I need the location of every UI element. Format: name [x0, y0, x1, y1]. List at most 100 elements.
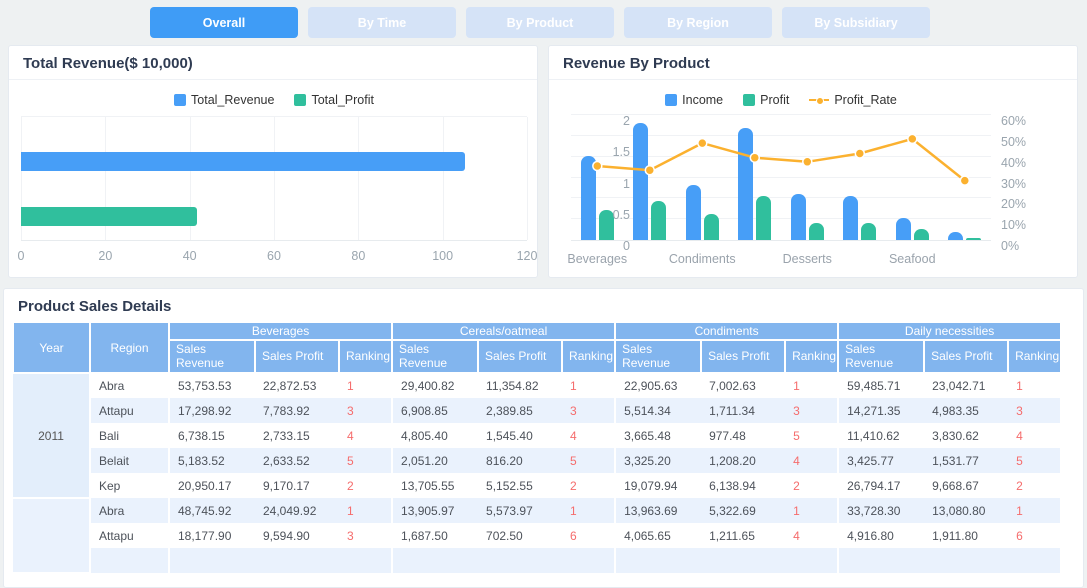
- right-axis-tick-label: 30%: [1001, 176, 1027, 191]
- sales-profit-cell: 1,531.77: [924, 448, 1009, 473]
- ranking-cell: 6: [562, 523, 617, 548]
- sales-revenue-cell: 6,908.85: [392, 398, 479, 423]
- legend-label: Profit_Rate: [834, 93, 897, 107]
- sales-revenue-cell: 48,745.92: [169, 498, 255, 523]
- sales-revenue-cell: [169, 548, 255, 573]
- region-cell: [90, 548, 170, 573]
- left-axis-tick-label: 1.5: [612, 145, 630, 160]
- region-cell: Belait: [90, 448, 170, 473]
- total-revenue-legend: Total_Revenue Total_Profit: [21, 93, 527, 107]
- sales-profit-cell: 23,042.71: [932, 379, 986, 393]
- x-axis-tick-label: 80: [351, 249, 366, 263]
- gridline: [358, 117, 360, 240]
- legend-item-income[interactable]: Income: [665, 93, 723, 107]
- sub-header-sales-revenue: Sales Revenue: [614, 339, 703, 374]
- sales-profit-cell: 1,545.40: [486, 428, 533, 443]
- ranking-cell: 3: [339, 523, 394, 548]
- sales-profit-cell: 3,830.62: [932, 428, 979, 443]
- sub-header-ranking: Ranking: [561, 339, 617, 374]
- table-row: Abra 48,745.92 24,049.92 1 13,905.97 5,573.97…: [13, 498, 1063, 574]
- sales-profit-cell: 2,633.52: [255, 448, 339, 473]
- table-row: [13, 548, 1063, 573]
- table-row: Attapu 17,298.92 7,783.92 3 6,908.85 2,389.85…: [13, 398, 1063, 423]
- legend-item-profit[interactable]: Profit: [743, 93, 789, 107]
- ranking-cell: 2: [785, 473, 840, 498]
- sales-profit-cell: 5,322.69: [701, 498, 786, 523]
- ranking-cell: 5: [562, 448, 617, 473]
- profit-rate-point: [854, 148, 866, 159]
- sales-revenue-cell: 3,325.20: [615, 448, 702, 473]
- sales-profit-cell: 2,733.15: [263, 428, 310, 443]
- region-column-header: Region: [89, 321, 170, 374]
- sales-profit-cell: 7,783.92: [255, 398, 339, 423]
- sales-revenue-cell: 13,963.69: [615, 498, 702, 523]
- sales-revenue-cell: 3,665.48: [624, 428, 671, 443]
- table-row: Kep 20,950.17 9,170.17 2 13,705.55 5,152.55 2 1…: [13, 473, 1063, 498]
- sales-profit-cell: [255, 548, 339, 573]
- sales-profit-cell: 9,170.17: [263, 478, 310, 493]
- sales-revenue-cell: 59,485.71: [847, 379, 901, 393]
- left-axis-tick-label: 1: [623, 176, 630, 191]
- product-sales-table: Year Region Beverages Cereals/oatmeal Co…: [12, 321, 1063, 574]
- table-row: Attapu 18,177.90 9,594.90 3 1,687.50 702.50 6 4…: [13, 523, 1063, 548]
- ranking-cell: 3: [1008, 398, 1063, 423]
- sales-profit-cell: 1,211.65: [709, 528, 755, 543]
- product-sales-details-card: Product Sales Details Year Region Bevera…: [3, 288, 1084, 588]
- tab-by-product[interactable]: By Product: [466, 7, 614, 38]
- x-axis-tick-label: 60: [267, 249, 281, 263]
- tab-by-region[interactable]: By Region: [624, 7, 772, 38]
- x-axis-tick-label: 40: [182, 249, 197, 263]
- legend-item-total-revenue[interactable]: Total_Revenue: [174, 93, 274, 107]
- tab-by-subsidiary[interactable]: By Subsidiary: [782, 7, 930, 38]
- sub-header-sales-profit: Sales Profit: [477, 339, 564, 374]
- table-row: Belait 5,183.52 2,633.52 5 2,051.20 816.20 5 3,…: [13, 448, 1063, 473]
- sales-revenue-cell: 11,410.62: [847, 428, 900, 443]
- profit-rate-line-icon: [809, 94, 830, 106]
- ranking-cell: 3: [339, 398, 394, 423]
- sub-header-ranking: Ranking: [1007, 339, 1063, 374]
- profit-rate-point: [802, 156, 813, 168]
- product-sales-details-title: Product Sales Details: [18, 298, 172, 315]
- group-header-condiments: Condiments: [614, 321, 840, 341]
- region-cell: Bali: [90, 423, 170, 448]
- region-cell: Abra: [90, 498, 170, 523]
- ranking-cell: 5: [785, 423, 840, 448]
- sales-revenue-cell: 4,805.40: [401, 428, 448, 443]
- sales-profit-cell: 6,138.94: [709, 478, 756, 493]
- sales-revenue-cell: 4,065.65: [624, 528, 671, 543]
- revenue-by-product-legend: Income Profit Profit_Rate: [571, 93, 991, 107]
- group-header-beverages: Beverages: [167, 321, 394, 341]
- sales-revenue-cell: 29,400.82: [401, 379, 455, 393]
- region-cell: Abra: [90, 373, 170, 398]
- total-revenue-card: Total Revenue($ 10,000) Total_Revenue To…: [8, 45, 538, 278]
- sales-revenue-cell: 19,079.94: [624, 478, 678, 493]
- total-revenue-bar: [21, 152, 466, 171]
- tab-overall[interactable]: Overall: [150, 7, 298, 38]
- sales-profit-cell: 22,872.53: [263, 379, 317, 393]
- sales-profit-cell: 13,080.80: [924, 498, 1009, 523]
- sales-revenue-cell: 33,728.30: [838, 498, 925, 523]
- sales-revenue-cell: 18,177.90: [178, 528, 232, 543]
- gridline: [274, 117, 275, 240]
- sales-revenue-cell: 6,738.15: [178, 428, 225, 443]
- profit-rate-point: [644, 164, 656, 176]
- region-cell: Attapu: [90, 398, 170, 423]
- legend-item-profit-rate[interactable]: Profit_Rate: [809, 93, 897, 107]
- ranking-cell: [1008, 548, 1063, 573]
- profit-rate-point: [697, 137, 708, 149]
- table-row: 2011 Abra 53,753.53 22,872.53 1 29,400.82 11,3…: [13, 373, 1063, 499]
- total-revenue-x-axis: 0 20 40 60 80 100 120: [18, 249, 538, 265]
- sub-header-sales-revenue: Sales Revenue: [391, 339, 480, 374]
- ranking-cell: 5: [1008, 448, 1063, 473]
- ranking-cell: 1: [562, 498, 617, 523]
- sales-revenue-cell: 26,794.17: [847, 478, 901, 493]
- ranking-cell: 4: [339, 423, 394, 448]
- sales-revenue-cell: [838, 548, 925, 573]
- sales-profit-cell: 7,002.63: [709, 379, 756, 393]
- sub-header-sales-profit: Sales Profit: [254, 339, 340, 374]
- ranking-cell: [339, 548, 394, 573]
- legend-item-total-profit[interactable]: Total_Profit: [294, 93, 374, 107]
- ranking-cell: 2: [1008, 473, 1063, 498]
- income-swatch-icon: [665, 94, 678, 106]
- tab-by-time[interactable]: By Time: [308, 7, 456, 38]
